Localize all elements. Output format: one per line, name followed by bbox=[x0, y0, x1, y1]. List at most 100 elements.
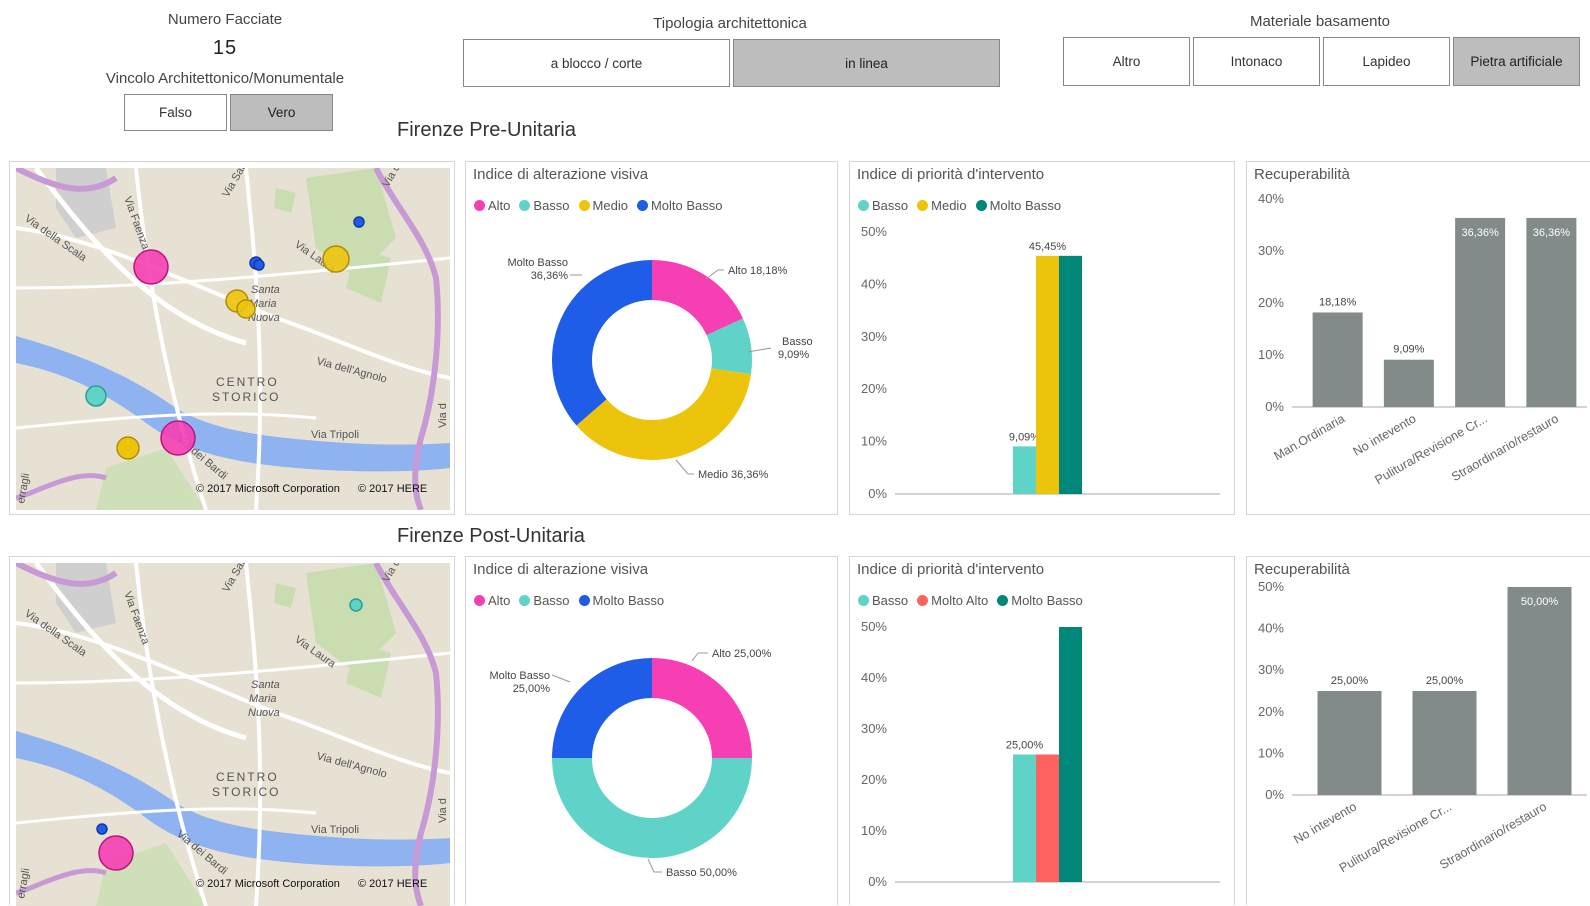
donut-slice-alto[interactable] bbox=[652, 658, 752, 758]
bar-data-label: 45,45% bbox=[1029, 241, 1067, 253]
map-label: Via Tripoli bbox=[311, 824, 359, 836]
donut-label-molto-basso: Molto Basso 25,00% bbox=[489, 670, 550, 695]
bar-molto-basso[interactable] bbox=[1059, 627, 1082, 882]
bar-data-label: 25,00% bbox=[1426, 675, 1464, 687]
map-point-molto-basso[interactable] bbox=[96, 823, 108, 835]
map-label: Via Tripoli bbox=[311, 429, 359, 441]
donut-slice-molto-basso[interactable] bbox=[552, 260, 652, 426]
x-tick-label: No intevento bbox=[1351, 411, 1419, 458]
recuperabilita-bar[interactable] bbox=[1455, 217, 1506, 407]
materiale-lapideo-button[interactable]: Lapideo bbox=[1323, 37, 1450, 86]
recuperabilita-bar[interactable] bbox=[1412, 691, 1477, 795]
section-title-pre-unitaria: Firenze Pre-Unitaria bbox=[397, 119, 576, 141]
donut-slice-molto-basso[interactable] bbox=[552, 658, 652, 758]
donut-label-alto: Alto 25,00% bbox=[712, 648, 772, 660]
donut-label-basso: Basso 50,00% bbox=[666, 867, 737, 879]
materiale-altro-button[interactable]: Altro bbox=[1063, 37, 1190, 86]
y-tick-label: 30% bbox=[861, 721, 887, 736]
y-tick-label: 20% bbox=[1258, 704, 1284, 719]
donut-slice-basso[interactable] bbox=[552, 758, 752, 858]
recuperabilita-chart-pre: 0% 10% 20% 30% 40% 18,18% Man.Ordinaria 9,09% No… bbox=[1258, 191, 1587, 487]
vincolo-title: Vincolo Architettonico/Monumentale bbox=[105, 70, 345, 87]
y-tick-label: 50% bbox=[861, 224, 887, 239]
bar-basso[interactable] bbox=[1013, 754, 1036, 883]
donut-chart-pre: Alto 18,18% Basso 9,09% Medio 36,36% Molt… bbox=[507, 257, 813, 481]
donut-label-molto-basso-pct: 36,36% bbox=[531, 270, 569, 282]
map-point-medio[interactable] bbox=[116, 436, 140, 460]
map-label: CENTRO bbox=[216, 770, 279, 784]
recuperabilita-card-post: Recuperabilità 0% 10% 20% 30% 40% 50% 25,00% No… bbox=[1246, 556, 1590, 905]
y-tick-label: 20% bbox=[861, 381, 887, 396]
donut-label-molto-basso-name: Molto Basso bbox=[507, 257, 568, 269]
recuperabilita-card-pre: Recuperabilità 0% 10% 20% 30% 40% 18,18% Man.O… bbox=[1246, 161, 1590, 515]
vincolo-falso-button[interactable]: Falso bbox=[124, 94, 227, 131]
bar-molto-alto[interactable] bbox=[1036, 754, 1059, 883]
map-label: Nuova bbox=[248, 707, 280, 719]
y-tick-label: 40% bbox=[1258, 621, 1284, 636]
recuperabilita-bar[interactable] bbox=[1312, 312, 1363, 407]
vincolo-vero-button[interactable]: Vero bbox=[230, 94, 333, 131]
y-tick-label: 0% bbox=[868, 486, 887, 501]
priorita-chart-post: 0% 10% 20% 30% 40% 50% 25,00% bbox=[861, 619, 1220, 889]
materiale-pietra-artificiale-button[interactable]: Pietra artificiale bbox=[1453, 37, 1580, 86]
bar-data-label: 36,36% bbox=[1461, 227, 1499, 239]
materiale-title: Materiale basamento bbox=[1249, 13, 1391, 30]
map-label: Via d bbox=[437, 798, 449, 823]
map-point-basso[interactable] bbox=[85, 385, 107, 407]
recuperabilita-bar[interactable] bbox=[1507, 587, 1572, 795]
tipologia-blocco-corte-button[interactable]: a blocco / corte bbox=[463, 39, 730, 87]
map-canvas-post[interactable]: Via della Scala Via Faenza Via San Via d… bbox=[16, 563, 450, 906]
y-tick-label: 0% bbox=[1265, 787, 1284, 802]
map-pre[interactable]: Via della Scala Via Faenza Via San Via d… bbox=[16, 168, 450, 510]
bar-molto-basso[interactable] bbox=[1059, 255, 1082, 494]
y-tick-label: 40% bbox=[861, 670, 887, 685]
bar-data-label: 50,00% bbox=[1521, 596, 1559, 608]
map-copyright-here: © 2017 HERE bbox=[358, 483, 427, 495]
recuperabilita-bar[interactable] bbox=[1383, 359, 1434, 407]
bar-data-label: 9,09% bbox=[1393, 344, 1424, 356]
map-card-pre: Via della Scala Via Faenza Via San Via d… bbox=[9, 161, 455, 515]
bar-data-label: 9,09% bbox=[1009, 431, 1040, 443]
donut-label-alto: Alto 18,18% bbox=[728, 265, 788, 277]
map-card-post: Via della Scala Via Faenza Via San Via d… bbox=[9, 556, 455, 906]
y-tick-label: 30% bbox=[1258, 662, 1284, 677]
map-point-molto-basso[interactable] bbox=[353, 216, 365, 228]
y-tick-label: 30% bbox=[1258, 243, 1284, 258]
bar-basso[interactable] bbox=[1013, 446, 1036, 494]
map-post[interactable]: Via della Scala Via Faenza Via San Via d… bbox=[16, 563, 450, 906]
y-tick-label: 40% bbox=[1258, 191, 1284, 206]
map-point-medio[interactable] bbox=[322, 245, 350, 273]
map-point-alto[interactable] bbox=[160, 420, 196, 456]
map-canvas-pre[interactable]: Via della Scala Via Faenza Via San Via d… bbox=[16, 168, 450, 510]
donut-label-basso: Basso 9,09% bbox=[778, 336, 813, 361]
bar-data-label: 25,00% bbox=[1006, 740, 1044, 752]
map-point-basso[interactable] bbox=[349, 598, 363, 612]
map-point-medio[interactable] bbox=[236, 299, 256, 319]
y-tick-label: 20% bbox=[1258, 295, 1284, 310]
alterazione-card-post: Indice di alterazione visiva Alto Basso … bbox=[465, 556, 838, 905]
map-point-alto[interactable] bbox=[133, 249, 169, 285]
numero-facciate-title: Numero Facciate bbox=[167, 11, 283, 28]
y-tick-label: 10% bbox=[861, 434, 887, 449]
recuperabilita-chart-post: 0% 10% 20% 30% 40% 50% 25,00% No intevento 25,00… bbox=[1258, 579, 1587, 875]
map-point-alto[interactable] bbox=[98, 835, 134, 871]
donut-label-medio: Medio 36,36% bbox=[698, 469, 769, 481]
y-tick-label: 0% bbox=[868, 874, 887, 889]
donut-label-molto-basso-pct: 25,00% bbox=[513, 683, 551, 695]
donut-slice-medio[interactable] bbox=[576, 368, 751, 460]
bar-medio[interactable] bbox=[1036, 255, 1059, 494]
x-tick-label: Straordinario/restauro bbox=[1437, 799, 1549, 872]
materiale-intonaco-button[interactable]: Intonaco bbox=[1193, 37, 1320, 86]
y-tick-label: 10% bbox=[1258, 745, 1284, 760]
map-point-molto-basso[interactable] bbox=[253, 259, 265, 271]
section-title-post-unitaria: Firenze Post-Unitaria bbox=[397, 525, 585, 547]
map-label: STORICO bbox=[212, 390, 280, 404]
y-tick-label: 10% bbox=[1258, 347, 1284, 362]
tipologia-in-linea-button[interactable]: in linea bbox=[733, 39, 1000, 87]
donut-label-molto-basso-name: Molto Basso bbox=[489, 670, 550, 682]
donut-chart-post: Alto 25,00% Basso 50,00% Molto Basso 25,0… bbox=[489, 648, 772, 879]
tipologia-title: Tipologia architettonica bbox=[653, 15, 807, 32]
recuperabilita-bar[interactable] bbox=[1317, 691, 1382, 795]
recuperabilita-bar[interactable] bbox=[1526, 217, 1577, 407]
priorita-card-post: Indice di priorità d'intervento Basso Mo… bbox=[849, 556, 1235, 905]
